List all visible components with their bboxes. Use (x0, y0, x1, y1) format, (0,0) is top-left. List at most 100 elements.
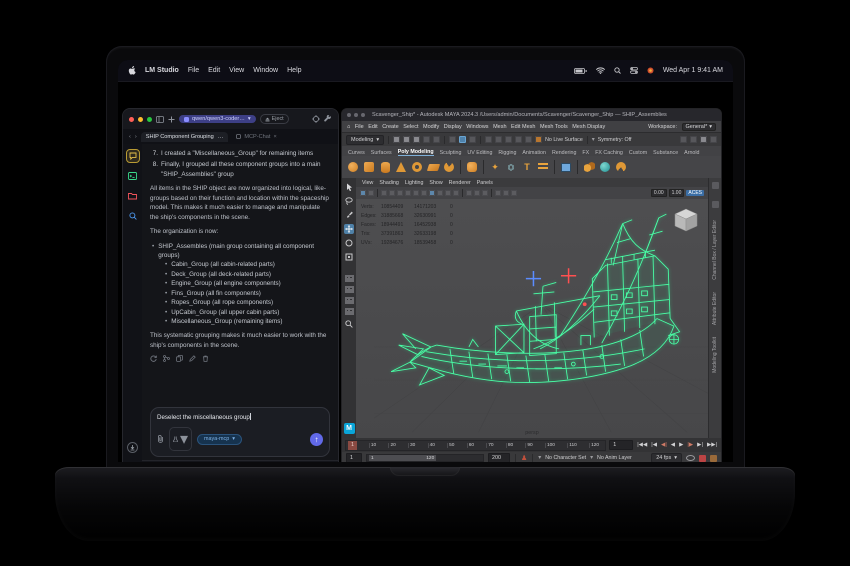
panel-menu-show[interactable]: Show (429, 180, 442, 186)
wireframe-on-shaded-icon[interactable] (429, 190, 435, 196)
timeline-tick[interactable]: 20 (388, 442, 396, 448)
rotate-tool[interactable] (344, 238, 354, 248)
safe-action-icon[interactable] (421, 190, 427, 196)
timeline-tick[interactable]: 60 (466, 442, 474, 448)
tools-dropdown[interactable] (169, 427, 193, 451)
nav-forward-icon[interactable] (135, 134, 137, 140)
select-camera-icon[interactable] (360, 190, 366, 196)
delete-icon[interactable] (202, 355, 209, 363)
resolution-gate-icon[interactable] (397, 190, 403, 196)
close-tab-icon[interactable] (273, 134, 276, 140)
sidebar-item-chat[interactable] (125, 149, 140, 163)
grid-toggle-icon[interactable] (381, 190, 387, 196)
exposure-field[interactable]: 0.00 (650, 189, 667, 197)
colorspace-badge[interactable]: ACES (686, 190, 704, 196)
render-icon[interactable] (680, 136, 687, 143)
menuset-selector[interactable]: Modeling (346, 134, 385, 145)
maya-menu-mesh[interactable]: Mesh (493, 124, 506, 130)
pin-sidebar-icon[interactable] (711, 201, 719, 208)
downloads-button[interactable] (127, 442, 138, 453)
new-chat-button[interactable] (168, 116, 175, 123)
range-track[interactable]: 1 120 (366, 454, 484, 462)
minimize-window-button[interactable] (354, 113, 358, 117)
motion-blur-icon[interactable] (511, 190, 517, 196)
battery-icon[interactable] (573, 67, 587, 74)
tab-more-icon[interactable] (218, 134, 224, 140)
shaded-mode-icon[interactable] (437, 190, 443, 196)
animation-start-field[interactable]: 1 (346, 453, 362, 462)
send-button[interactable] (310, 432, 323, 446)
anim-layer-selector[interactable]: No Anim Layer (597, 455, 632, 461)
sidebar-item-my-models[interactable] (127, 190, 139, 202)
preferences-icon[interactable] (710, 454, 717, 462)
viewport-canvas[interactable]: Verts: 10854409 14171203 0 Edges: 31885668 32… (356, 199, 708, 438)
tab-mcp-chat[interactable]: MCP-Chat (232, 132, 280, 142)
character-set-icon[interactable] (521, 454, 527, 462)
undo-icon[interactable] (423, 136, 431, 143)
menubar-app-name[interactable]: LM Studio (145, 67, 179, 74)
show-hide-sidebar-icon[interactable] (711, 182, 719, 189)
chevron-down-icon[interactable] (538, 455, 541, 461)
film-gate-icon[interactable] (389, 190, 395, 196)
go-to-start-button[interactable]: |◀◀ (636, 442, 648, 448)
zoom-window-button[interactable] (361, 113, 365, 117)
character-set-selector[interactable]: No Character Set (545, 455, 586, 461)
timeline-ticks[interactable]: 1 0 10 20 30 40 50 60 70 80 90 100 110 1… (345, 439, 607, 451)
poly-cylinder-icon[interactable] (379, 161, 391, 173)
maya-menu-mesh-display[interactable]: Mesh Display (572, 124, 605, 130)
maya-menu-edit-mesh[interactable]: Edit Mesh (511, 124, 535, 130)
type-tool-icon[interactable] (521, 161, 533, 173)
maya-mcp-button[interactable]: maya-mcp (197, 433, 242, 445)
maya-menu-display[interactable]: Display (444, 124, 462, 130)
symmetry-label[interactable]: Symmetry: Off (598, 137, 632, 143)
timeline-tick[interactable]: 90 (525, 442, 533, 448)
snap-view-plane-icon[interactable] (525, 136, 533, 143)
animation-end-field[interactable]: 200 (488, 453, 510, 462)
mirror-icon[interactable] (583, 161, 595, 173)
minimize-window-button[interactable] (138, 116, 143, 122)
select-component-icon[interactable] (469, 136, 477, 143)
snap-projected-center-icon[interactable] (515, 136, 523, 143)
timeline-tick[interactable]: 80 (505, 442, 513, 448)
ao-toggle-icon[interactable] (503, 190, 509, 196)
close-window-button[interactable] (347, 113, 351, 117)
toolbox-toggle-icon[interactable] (710, 136, 717, 143)
maya-menu-select[interactable]: Select (403, 124, 418, 130)
menubar-item-help[interactable]: Help (287, 67, 301, 74)
maya-menu-edit[interactable]: Edit (368, 124, 377, 130)
gamma-field[interactable]: 1.00 (668, 189, 685, 197)
eject-model-button[interactable]: Eject (259, 114, 289, 124)
step-back-key-button[interactable]: ◀| (660, 442, 668, 448)
sidebar-toggle-icon[interactable] (156, 115, 164, 123)
play-backwards-button[interactable]: ◀ (670, 442, 676, 448)
wrench-icon[interactable] (324, 115, 332, 123)
nav-back-icon[interactable] (129, 134, 131, 140)
select-hierarchy-icon[interactable] (449, 136, 457, 143)
poly-disc-icon[interactable] (443, 161, 455, 173)
poly-sphere-icon[interactable] (347, 161, 359, 173)
fps-selector[interactable]: 24 fps (651, 453, 682, 462)
layout-hypershade[interactable] (344, 308, 354, 315)
panel-menu-lighting[interactable]: Lighting (405, 180, 424, 186)
multi-cut-icon[interactable] (560, 161, 572, 173)
timeline-tick[interactable]: 100 (544, 442, 555, 448)
layout-persp-outliner[interactable] (344, 297, 354, 304)
xray-icon[interactable] (474, 190, 480, 196)
menubar-item-file[interactable]: File (188, 67, 199, 74)
maya-menu-create[interactable]: Create (382, 124, 399, 130)
layout-single-pane[interactable] (344, 275, 354, 282)
sweep-mesh-icon[interactable] (537, 161, 549, 173)
menubar-clock[interactable]: Wed Apr 1 9:41 AM (663, 67, 723, 74)
home-icon[interactable] (347, 124, 350, 130)
paint-select-tool[interactable] (344, 210, 354, 220)
move-tool[interactable] (344, 224, 354, 234)
current-frame-marker[interactable]: 1 (348, 440, 357, 450)
platonic-solid-icon[interactable] (466, 161, 478, 173)
set-key-icon[interactable] (699, 454, 706, 462)
current-frame-field[interactable]: 1 (609, 440, 634, 450)
zoom-window-button[interactable] (147, 116, 152, 122)
step-back-frame-button[interactable]: |◀ (650, 442, 658, 448)
snap-curve-icon[interactable] (495, 136, 503, 143)
field-chart-icon[interactable] (413, 190, 419, 196)
poly-cone-icon[interactable] (395, 161, 407, 173)
